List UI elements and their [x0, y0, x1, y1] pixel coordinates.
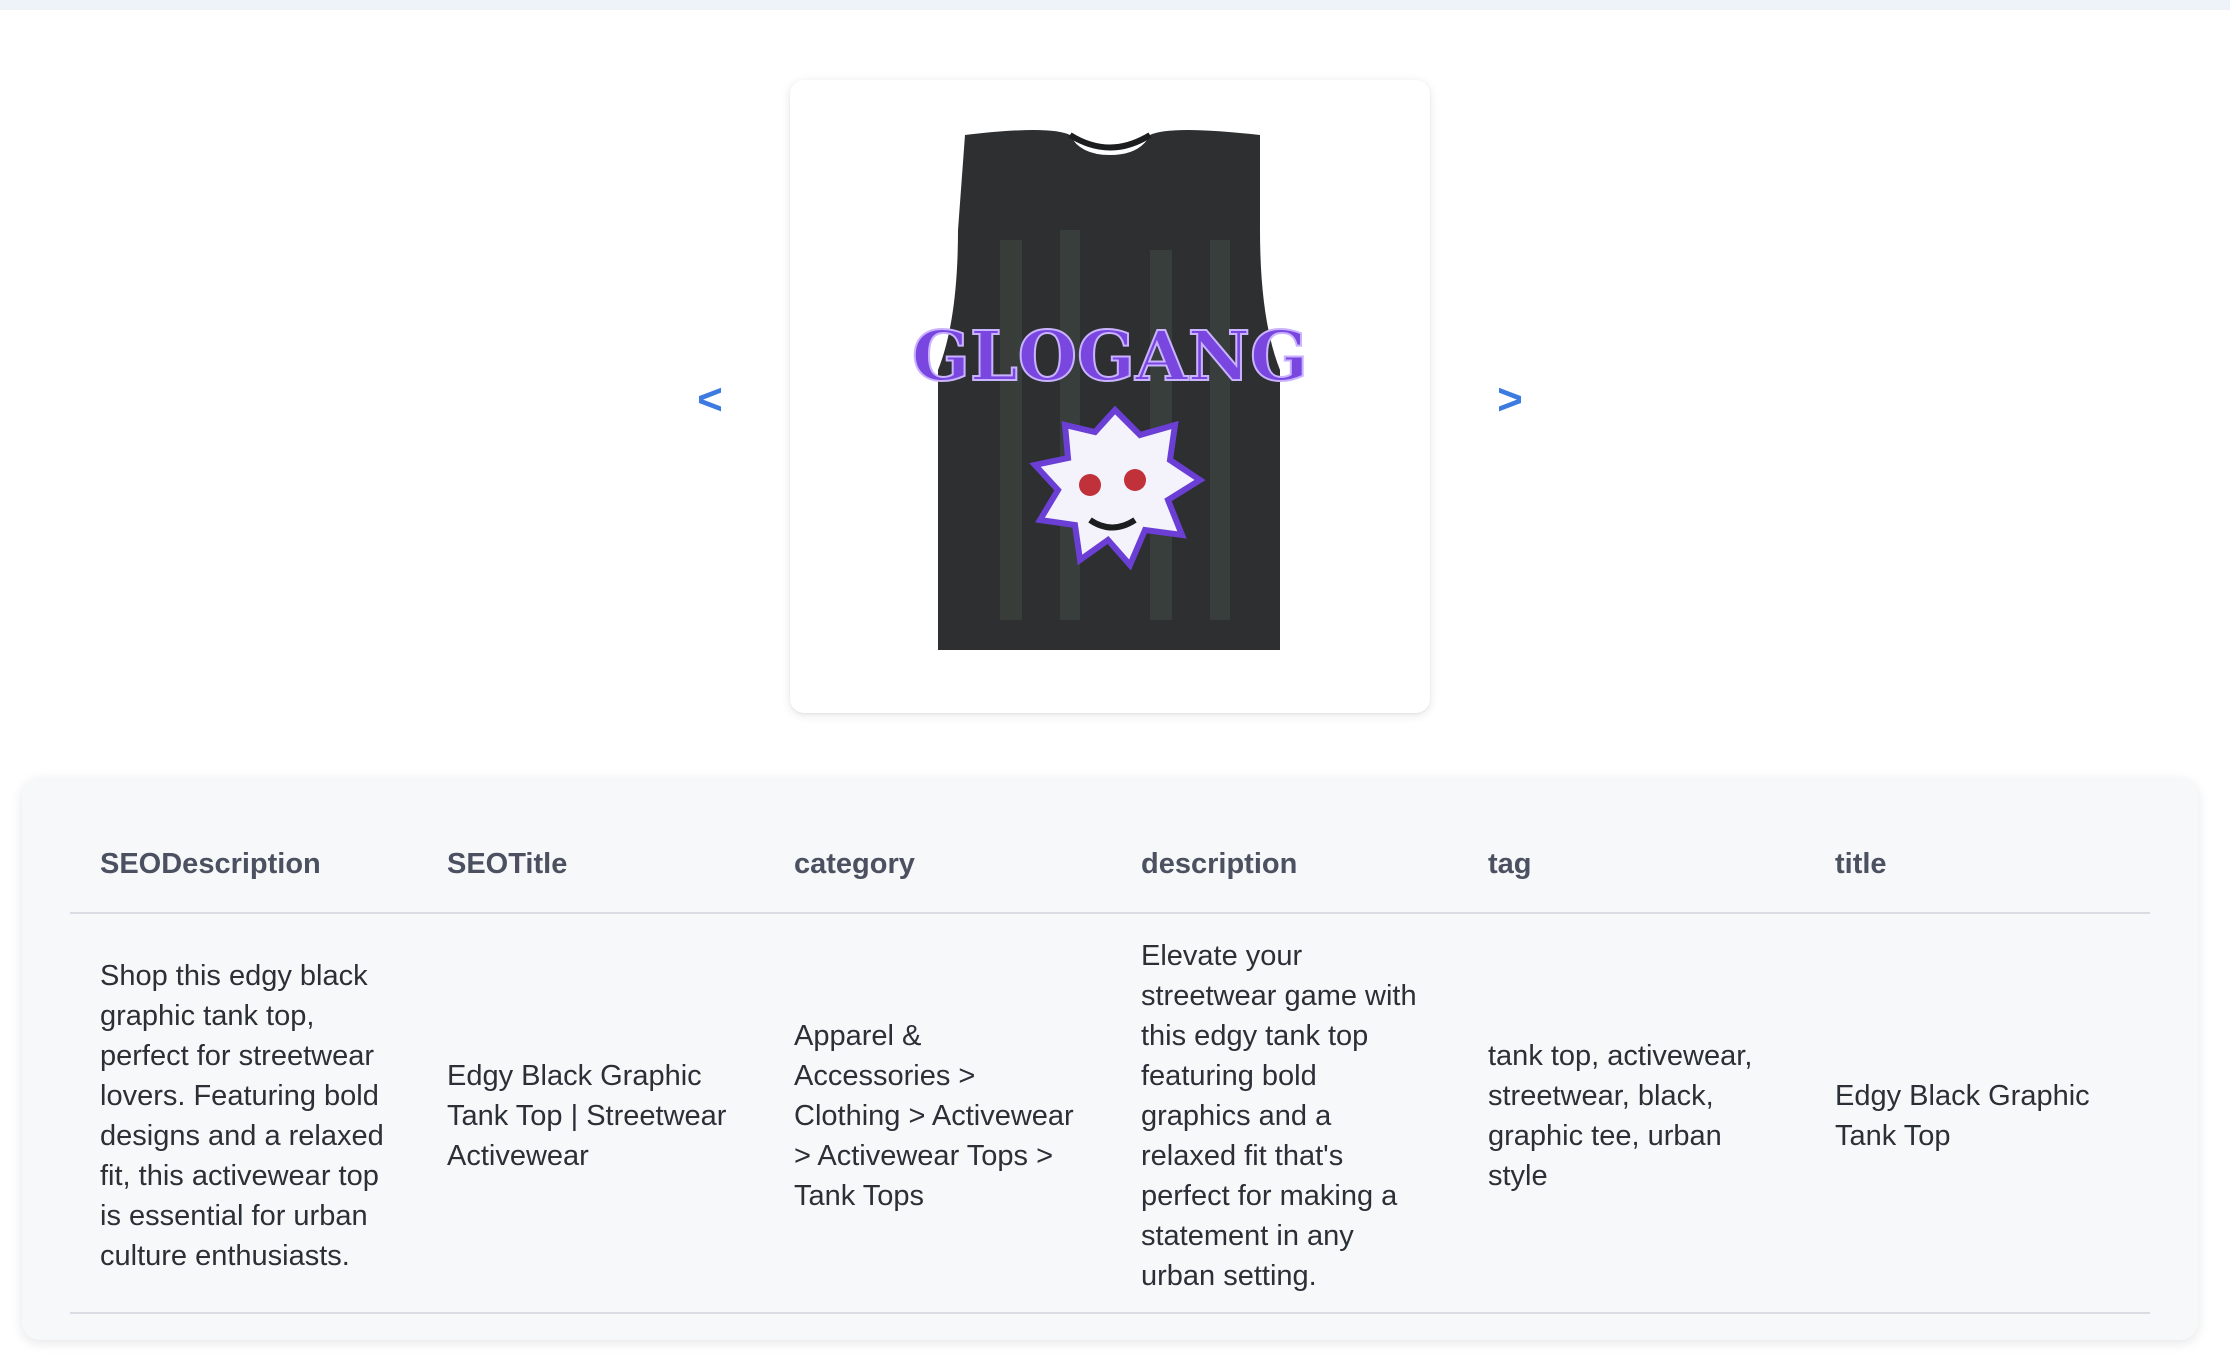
cell-seotitle: Edgy Black Graphic Tank Top | Streetwear…: [417, 913, 764, 1314]
product-image: GLOGANG: [911, 130, 1309, 650]
shirt-graphic-text: GLOGANG: [912, 317, 1308, 397]
cell-category: Apparel & Accessories > Clothing > Activ…: [764, 913, 1111, 1314]
column-header-description: description: [1111, 816, 1458, 914]
column-header-seodescription: SEODescription: [70, 816, 417, 914]
cell-title: Edgy Black Graphic Tank Top: [1805, 913, 2150, 1314]
cell-description: Elevate your streetwear game with this e…: [1111, 913, 1458, 1314]
cell-seodescription: Shop this edgy black graphic tank top, p…: [70, 913, 417, 1314]
top-strip: [0, 0, 2230, 10]
product-data-card: SEODescription SEOTitle category descrip…: [22, 778, 2198, 1340]
column-header-category: category: [764, 816, 1111, 914]
table-header-row: SEODescription SEOTitle category descrip…: [70, 816, 2150, 914]
previous-image-button[interactable]: <: [680, 360, 740, 440]
product-image-card: GLOGANG: [790, 80, 1430, 713]
product-data-table: SEODescription SEOTitle category descrip…: [70, 816, 2150, 1314]
column-header-seotitle: SEOTitle: [417, 816, 764, 914]
next-image-button[interactable]: >: [1480, 360, 1540, 440]
table-row: Shop this edgy black graphic tank top, p…: [70, 913, 2150, 1314]
column-header-tag: tag: [1458, 816, 1805, 914]
cell-tag: tank top, activewear, streetwear, black,…: [1458, 913, 1805, 1314]
column-header-title: title: [1805, 816, 2150, 914]
